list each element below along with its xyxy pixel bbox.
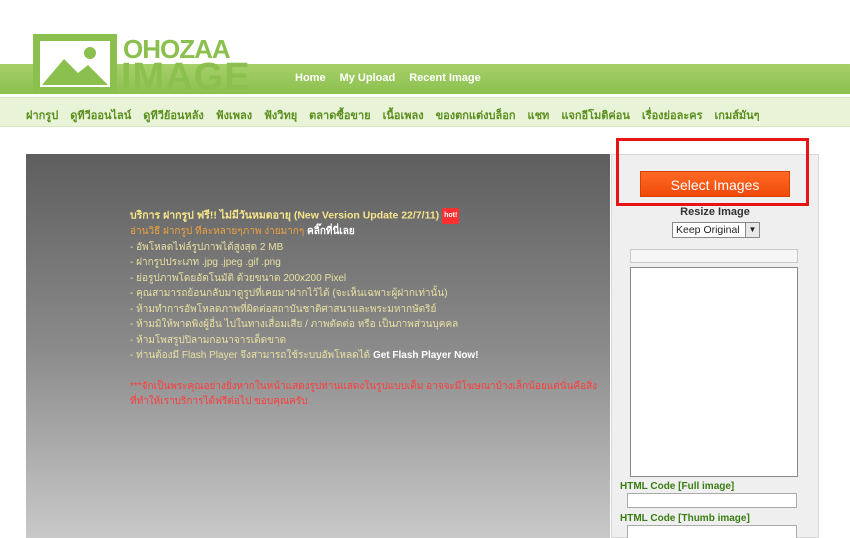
upload-info-panel: บริการ ฝากรูป ฟรี!! ไม่มีวันหมดอายุ (New… <box>26 154 610 538</box>
nav-home[interactable]: Home <box>295 72 326 84</box>
rule-item: - อัพโหลดไฟล์รูปภาพได้สูงสุด 2 MB <box>130 241 284 253</box>
category-item[interactable]: เกมส์มันๆ <box>715 106 760 124</box>
category-item[interactable]: ดูทีวีออนไลน์ <box>70 106 131 124</box>
category-item[interactable]: ฟังเพลง <box>216 106 252 124</box>
category-item[interactable]: ดูทีวีย้อนหลัง <box>143 106 204 124</box>
full-code-label: HTML Code [Full image] <box>620 481 735 492</box>
rule-item: - ห้ามมิให้พาดพิงผู้อื่น ไปในทางเสื่อมเส… <box>130 319 459 331</box>
rule-item: - ห้ามทำการอัพโหลดภาพที่ผิดต่อสถาบันชาติ… <box>130 303 437 315</box>
full-code-input[interactable] <box>627 493 797 508</box>
info-title: บริการ ฝากรูป ฟรี!! ไม่มีวันหมดอายุ (New… <box>130 208 600 224</box>
upload-progress-bar <box>630 249 798 263</box>
category-item[interactable]: แชท <box>528 106 550 124</box>
thumb-code-input[interactable] <box>627 525 797 538</box>
howto-link[interactable]: คลิ๊กที่นี่เลย <box>307 226 355 237</box>
category-item[interactable]: เนื้อเพลง <box>383 106 424 124</box>
top-nav: Home My Upload Recent Image <box>295 72 481 84</box>
rule-item: - คุณสามารถย้อนกลับมาดูรูปที่เคยมาฝากไว้… <box>130 288 448 300</box>
rule-item: - ย่อรูปภาพโดยอัตโนมัติ ด้วยขนาด 200x200… <box>130 272 347 284</box>
page: OHOZAA IMAGE Home My Upload Recent Image… <box>0 0 850 538</box>
category-item[interactable]: ฝากรูป <box>26 106 58 124</box>
ad-notice: ***จักเป็นพระคุณอย่างยิ่งหากในหน้าแสดงรู… <box>130 380 598 408</box>
hot-badge: hot! <box>442 208 460 224</box>
rule-item: - ฝากรูปประเภท .jpg .jpeg .gif .png <box>130 257 281 269</box>
info-title-text: บริการ ฝากรูป ฟรี!! ไม่มีวันหมดอายุ (New… <box>130 209 440 222</box>
rule-item: - ห้ามโพสรูปปิลามกอนาจารเด็ดขาด <box>130 334 287 346</box>
logo-image-icon <box>33 34 117 94</box>
flash-line: - ท่านต้องมี Flash Player จึงสามารถใช้ระ… <box>130 348 600 364</box>
logo-text-bottom: IMAGE <box>121 56 251 98</box>
thumb-code-label: HTML Code [Thumb image] <box>620 513 750 524</box>
category-item[interactable]: เรื่องย่อละคร <box>642 106 703 124</box>
category-item[interactable]: ฟังวิทยุ <box>264 106 297 124</box>
category-item[interactable]: แจกอีโมติค่อน <box>561 106 630 124</box>
category-item[interactable]: ของตกแต่งบล็อก <box>436 106 516 124</box>
select-images-button[interactable]: Select Images <box>640 171 790 197</box>
upload-info: บริการ ฝากรูป ฟรี!! ไม่มีวันหมดอายุ (New… <box>130 208 600 410</box>
nav-recent-image[interactable]: Recent Image <box>409 72 481 84</box>
chevron-down-icon[interactable]: ▼ <box>745 223 759 237</box>
howto-line: อ่านวิธี ฝากรูป ทีละหลายๆภาพ ง่ายมากๆ คล… <box>130 224 600 240</box>
nav-my-upload[interactable]: My Upload <box>340 72 396 84</box>
resize-select[interactable]: Keep Original ▼ <box>672 222 760 238</box>
category-bar: ฝากรูป ดูทีวีออนไลน์ ดูทีวีย้อนหลัง ฟังเ… <box>0 97 850 127</box>
flash-text: - ท่านต้องมี Flash Player จึงสามารถใช้ระ… <box>130 350 371 362</box>
get-flash-link[interactable]: Get Flash Player Now! <box>373 350 479 361</box>
howto-text[interactable]: อ่านวิธี ฝากรูป ทีละหลายๆภาพ ง่ายมากๆ <box>130 226 304 237</box>
site-logo[interactable]: OHOZAA IMAGE <box>33 34 278 98</box>
resize-select-value: Keep Original <box>676 224 740 236</box>
file-queue-list[interactable] <box>630 267 798 477</box>
resize-label: Resize Image <box>680 206 750 218</box>
category-item[interactable]: ตลาดซื้อขาย <box>309 106 370 124</box>
